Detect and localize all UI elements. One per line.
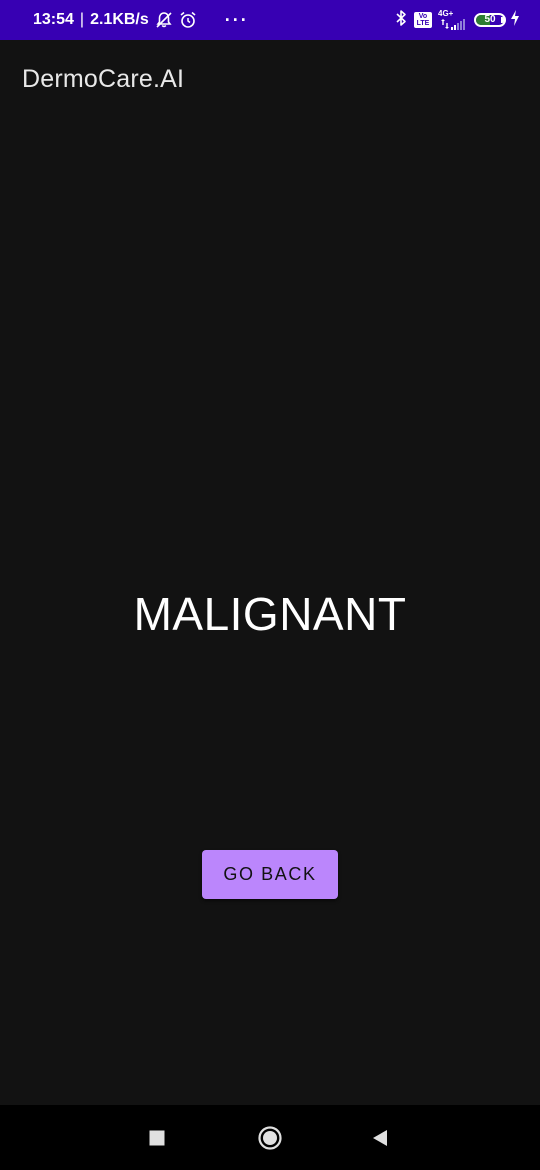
signal-icon: 4G+: [438, 9, 468, 31]
charging-icon: [510, 9, 520, 31]
app-title: DermoCare.AI: [22, 64, 185, 93]
status-time: 13:54: [33, 11, 74, 28]
volte-bottom-label: LTE: [416, 20, 430, 27]
volte-icon: Vo LTE: [414, 12, 432, 28]
battery-body: 50: [474, 13, 506, 27]
recents-icon[interactable]: [144, 1125, 170, 1151]
alarm-icon: [179, 11, 197, 29]
status-separator: |: [79, 11, 85, 28]
go-back-button[interactable]: GO BACK: [202, 850, 338, 899]
more-notifications-indicator: ···: [224, 10, 249, 30]
status-data-rate: 2.1KB/s: [90, 11, 149, 28]
prediction-result: MALIGNANT: [133, 588, 407, 640]
battery-level: 50: [484, 14, 496, 25]
back-icon[interactable]: [367, 1125, 393, 1151]
app-bar: DermoCare.AI: [0, 40, 540, 120]
home-icon[interactable]: [257, 1125, 283, 1151]
status-right: Vo LTE 4G+ 50: [394, 9, 520, 32]
bell-off-icon: [155, 11, 173, 29]
navigation-bar: [0, 1105, 540, 1170]
status-bar: 13:54 | 2.1KB/s ··· Vo LTE 4G+ 50: [0, 0, 540, 40]
bluetooth-icon: [394, 9, 408, 32]
volte-top-label: Vo: [418, 13, 428, 20]
battery-icon: 50: [474, 13, 506, 27]
status-left: 13:54 | 2.1KB/s ···: [33, 11, 249, 29]
network-type-label: 4G+: [438, 9, 454, 18]
